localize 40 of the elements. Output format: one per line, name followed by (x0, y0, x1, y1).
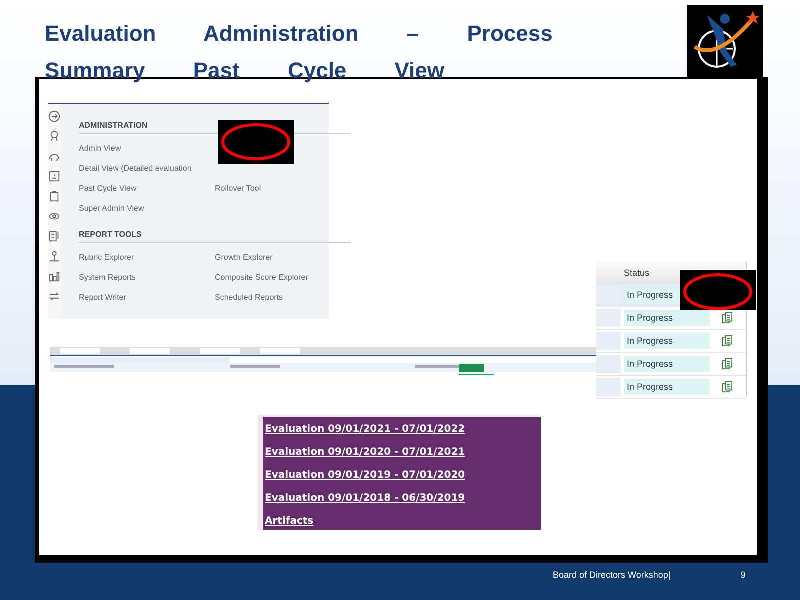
evaluation-link[interactable]: Evaluation 09/01/2020 - 07/01/2021 (265, 444, 466, 461)
menu-item[interactable]: Rubric Explorer (79, 252, 134, 262)
logo-icon (687, 5, 763, 77)
menu-item[interactable]: Past Cycle View (79, 184, 137, 192)
menu-item[interactable]: Rollover Tool (215, 184, 262, 192)
menu-item[interactable]: System Reports (79, 272, 136, 282)
table-cell (596, 332, 621, 350)
status-label: In Progress (624, 356, 710, 372)
page-number: 9 (740, 570, 746, 580)
sidebar-icon[interactable] (48, 130, 61, 143)
sidebar-icon[interactable] (48, 230, 61, 243)
slide-title: Evaluation Administration – Process Summary Past Cycle View (45, 20, 554, 85)
copy-icon[interactable] (722, 334, 732, 348)
menu-item[interactable]: Report Writer (79, 292, 126, 302)
status-label: In Progress (624, 379, 710, 395)
sidebar-icon[interactable] (48, 250, 61, 263)
sidebar-icon[interactable] (48, 270, 61, 283)
menu-item[interactable]: Composite Score Explorer (215, 272, 308, 282)
evaluation-link[interactable]: Evaluation 09/01/2021 - 07/01/2022 (265, 421, 466, 438)
copy-icon[interactable] (722, 312, 732, 324)
sidebar-icon[interactable] (48, 290, 61, 303)
menu-item[interactable]: Admin View (79, 144, 122, 152)
evaluation-link[interactable]: Artifacts (265, 513, 314, 530)
menu-item[interactable]: Super Admin View (79, 204, 144, 212)
status-label: In Progress (624, 333, 710, 349)
sidebar-icon[interactable] (48, 170, 61, 183)
menu-item[interactable]: Detail View (Detailed evaluation (79, 164, 192, 172)
evaluation-link[interactable]: Evaluation 09/01/2018 - 06/30/2019 (265, 490, 466, 507)
sidebar-icon[interactable] (48, 190, 61, 203)
menu-item[interactable]: Growth Explorer (215, 252, 273, 262)
copy-icon[interactable] (722, 380, 732, 394)
menu-item[interactable]: Scheduled Reports (215, 292, 284, 302)
evaluation-link[interactable]: Evaluation 09/01/2019 - 07/01/2020 (265, 467, 466, 484)
section-heading: REPORT TOOLS (79, 230, 351, 243)
table-cell (596, 355, 621, 373)
column-header: Status (623, 268, 651, 278)
sidebar-icon[interactable] (48, 110, 61, 123)
status-label: In Progress (624, 310, 710, 326)
footer-text: Board of Directors Workshop| (553, 570, 671, 580)
copy-icon[interactable] (722, 358, 732, 370)
